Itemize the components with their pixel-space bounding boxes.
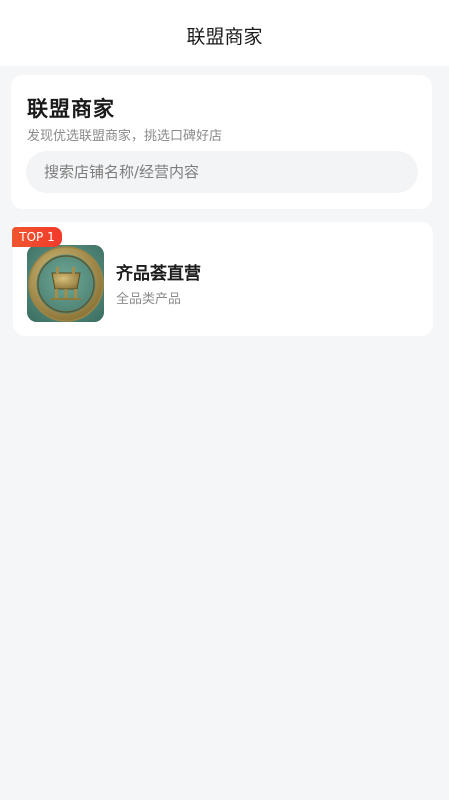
section-title: 联盟商家 [27, 97, 115, 121]
merchants-header-card: 联盟商家 发现优选联盟商家，挑选口碑好店 [11, 75, 432, 209]
top-navigation-bar: 联盟商家 [0, 0, 449, 66]
merchant-category: 全品类产品 [116, 292, 182, 307]
merchant-logo-image [27, 245, 104, 322]
rank-badge: TOP 1 [12, 227, 62, 247]
search-input[interactable] [44, 163, 418, 181]
page-title: 联盟商家 [186, 25, 263, 48]
merchant-card[interactable]: TOP 1 齐品荟直营 全品类产品 [12, 222, 433, 336]
search-bar[interactable] [26, 151, 418, 193]
bronze-ding-seal-logo-icon [27, 245, 104, 322]
section-subtitle: 发现优选联盟商家，挑选口碑好店 [27, 129, 223, 144]
merchant-name: 齐品荟直营 [116, 264, 201, 284]
